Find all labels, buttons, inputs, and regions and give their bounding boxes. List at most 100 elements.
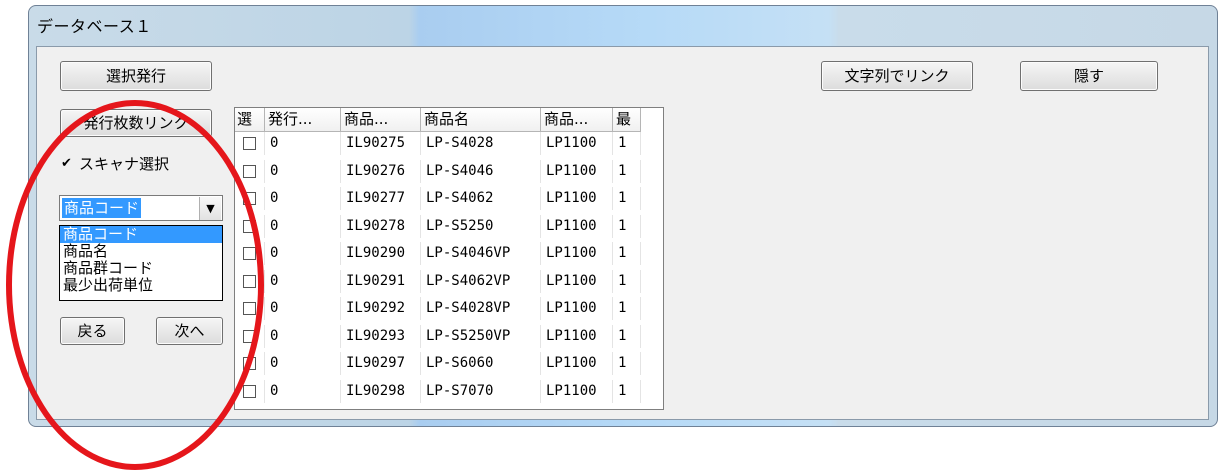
cell-code: IL90276 [341,159,421,183]
issue-count-link-button[interactable]: 発行枚数リンク [60,109,212,137]
column-header-select[interactable]: 選 [235,108,265,132]
column-header-group[interactable]: 商品... [541,108,613,132]
row-select-checkbox[interactable] [243,357,256,370]
product-grid[interactable]: 選 発行... 商品... 商品名 商品... 最 0 IL90275 LP-S40… [234,107,664,410]
dropdown-option-product-group-code[interactable]: 商品群コード [60,260,222,277]
cell-min: 1 [613,132,641,155]
cell-code: IL90292 [341,297,421,320]
table-row[interactable]: 0 IL90298 LP-S7070 LP1100 1 [235,379,641,403]
cell-min: 1 [613,352,641,375]
hide-button[interactable]: 隠す [1020,61,1158,91]
table-row[interactable]: 0 IL90297 LP-S6060 LP1100 1 [235,352,641,375]
cell-code: IL90291 [341,269,421,293]
table-row[interactable]: 0 IL90278 LP-S5250 LP1100 1 [235,214,641,238]
cell-name: LP-S6060 [421,352,541,375]
row-select-cell[interactable] [235,297,265,320]
cell-issued: 0 [265,214,341,238]
table-row[interactable]: 0 IL90275 LP-S4028 LP1100 1 [235,132,641,155]
field-combo[interactable]: 商品コード ▼ [59,195,223,221]
cell-code: IL90278 [341,214,421,238]
row-select-checkbox[interactable] [243,219,256,233]
window-title: データベース１ [37,17,152,36]
cell-name: LP-S5250 [421,214,541,238]
grid-header: 選 発行... 商品... 商品名 商品... 最 [235,108,641,132]
table-row[interactable]: 0 IL90290 LP-S4046VP LP1100 1 [235,242,641,265]
cell-name: LP-S4046VP [421,242,541,265]
cell-group: LP1100 [541,324,613,348]
cell-min: 1 [613,187,641,210]
row-select-cell[interactable] [235,324,265,348]
select-issue-button[interactable]: 選択発行 [60,61,212,91]
row-select-cell[interactable] [235,269,265,293]
cell-min: 1 [613,297,641,320]
cell-name: LP-S5250VP [421,324,541,348]
table-row[interactable]: 0 IL90291 LP-S4062VP LP1100 1 [235,269,641,293]
table-row[interactable]: 0 IL90277 LP-S4062 LP1100 1 [235,187,641,210]
table-row[interactable]: 0 IL90276 LP-S4046 LP1100 1 [235,159,641,183]
row-select-checkbox[interactable] [243,274,256,288]
row-select-cell[interactable] [235,159,265,183]
row-select-cell[interactable] [235,214,265,238]
row-select-checkbox[interactable] [243,247,256,260]
cell-group: LP1100 [541,352,613,375]
cell-group: LP1100 [541,159,613,183]
dropdown-option-product-name[interactable]: 商品名 [60,243,222,260]
row-select-checkbox[interactable] [243,192,256,205]
cell-issued: 0 [265,379,341,403]
checkmark-icon: ✔ [61,155,72,171]
chevron-down-icon[interactable]: ▼ [199,197,221,220]
cell-min: 1 [613,214,641,238]
cell-group: LP1100 [541,269,613,293]
cell-group: LP1100 [541,214,613,238]
field-dropdown-list: 商品コード 商品名 商品群コード 最少出荷単位 [59,225,223,301]
row-select-checkbox[interactable] [243,329,256,343]
dropdown-option-min-shipping-unit[interactable]: 最少出荷単位 [60,277,222,294]
cell-min: 1 [613,269,641,293]
row-select-cell[interactable] [235,187,265,210]
cell-issued: 0 [265,297,341,320]
cell-name: LP-S4046 [421,159,541,183]
cell-issued: 0 [265,324,341,348]
cell-min: 1 [613,379,641,403]
cell-issued: 0 [265,187,341,210]
next-button[interactable]: 次へ [156,317,223,345]
cell-code: IL90275 [341,132,421,155]
cell-issued: 0 [265,269,341,293]
cell-issued: 0 [265,132,341,155]
cell-issued: 0 [265,242,341,265]
row-select-cell[interactable] [235,132,265,155]
cell-code: IL90277 [341,187,421,210]
row-select-cell[interactable] [235,379,265,403]
row-select-cell[interactable] [235,242,265,265]
database-window: データベース１ 選択発行 文字列でリンク 隠す 発行枚数リンク ✔ スキャナ選択… [28,5,1218,427]
row-select-cell[interactable] [235,352,265,375]
table-row[interactable]: 0 IL90293 LP-S5250VP LP1100 1 [235,324,641,348]
scanner-select-label: スキャナ選択 [79,155,170,173]
cell-min: 1 [613,242,641,265]
window-client-area: 選択発行 文字列でリンク 隠す 発行枚数リンク ✔ スキャナ選択 商品コード ▼… [36,46,1209,420]
cell-name: LP-S4062 [421,187,541,210]
cell-name: LP-S4028VP [421,297,541,320]
row-select-checkbox[interactable] [243,384,256,398]
column-header-name[interactable]: 商品名 [421,108,541,132]
cell-issued: 0 [265,352,341,375]
field-combo-value: 商品コード [62,198,142,218]
dropdown-option-product-code[interactable]: 商品コード [60,226,222,243]
cell-issued: 0 [265,159,341,183]
column-header-code[interactable]: 商品... [341,108,421,132]
cell-code: IL90290 [341,242,421,265]
cell-group: LP1100 [541,242,613,265]
row-select-checkbox[interactable] [243,302,256,315]
scanner-select-checkbox[interactable]: ✔ スキャナ選択 [61,153,169,174]
cell-group: LP1100 [541,379,613,403]
column-header-issued[interactable]: 発行... [265,108,341,132]
back-button[interactable]: 戻る [60,317,125,345]
table-row[interactable]: 0 IL90292 LP-S4028VP LP1100 1 [235,297,641,320]
row-select-checkbox[interactable] [243,137,256,150]
cell-group: LP1100 [541,132,613,155]
cell-min: 1 [613,324,641,348]
cell-code: IL90293 [341,324,421,348]
row-select-checkbox[interactable] [243,164,256,178]
column-header-min[interactable]: 最 [613,108,641,132]
link-by-string-button[interactable]: 文字列でリンク [821,61,973,91]
